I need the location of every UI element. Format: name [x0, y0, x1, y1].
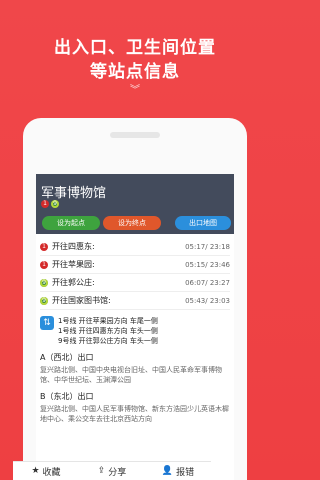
- exit-b: B（东北）出口 复兴路北侧、中国人民军事博物馆、新东方浩园少儿英语木樨地中心、乘…: [40, 391, 230, 424]
- boarding-direction-block: ⇅ 1号线 开往苹果园方向 车尾一侧 1号线 开往四惠东方向 车头一侧 9号线 …: [40, 316, 230, 346]
- promo-title-line2: 等站点信息: [90, 62, 180, 82]
- train-time: 05:43/ 23:03: [185, 296, 230, 305]
- station-name: 军事博物馆: [41, 186, 107, 201]
- line-indicator-icon: 1: [40, 260, 48, 269]
- transfer-icon: ⇅: [40, 316, 54, 330]
- report-tab[interactable]: 👤 报错: [145, 462, 211, 480]
- direction-line: 1号线 开往苹果园方向 车尾一侧: [58, 317, 158, 325]
- phone-mockup: 军事博物馆 1 9 设为起点 设为终点 出口地图 1 开往四惠东: 05:17/…: [23, 118, 247, 480]
- direction-line: 9号线 开往郭公庄方向 车头一侧: [58, 337, 158, 345]
- train-row: 9 开往国家图书馆: 05:43/ 23:03: [40, 292, 230, 310]
- train-destination: 开往苹果园:: [52, 260, 95, 269]
- train-time: 05:17/ 23:18: [185, 242, 230, 251]
- train-row: 1 开往苹果园: 05:15/ 23:46: [40, 256, 230, 274]
- favorite-label: 收藏: [42, 467, 61, 478]
- line-indicator-icon: 9: [40, 278, 48, 287]
- share-icon: ⇪: [97, 466, 106, 476]
- exit-description: 复兴路北侧、中国人民军事博物馆、新东方浩园少儿英语木樨地中心、乘公交车去往北京西…: [40, 405, 229, 423]
- set-start-button[interactable]: 设为起点: [42, 216, 100, 230]
- favorite-tab[interactable]: ★ 收藏: [13, 462, 79, 480]
- exit-map-button[interactable]: 出口地图: [175, 216, 231, 230]
- train-destination: 开往郭公庄:: [52, 278, 95, 287]
- train-row: 1 开往四惠东: 05:17/ 23:18: [40, 238, 230, 256]
- train-time: 06:07/ 23:27: [185, 278, 230, 287]
- station-header: 军事博物馆 1 9 设为起点 设为终点 出口地图: [36, 174, 234, 234]
- set-end-button[interactable]: 设为终点: [103, 216, 161, 230]
- boarding-direction-lines: 1号线 开往苹果园方向 车尾一侧 1号线 开往四惠东方向 车头一侧 9号线 开往…: [58, 316, 158, 346]
- direction-line: 1号线 开往四惠东方向 车头一侧: [58, 327, 158, 335]
- share-tab[interactable]: ⇪ 分享: [79, 462, 145, 480]
- train-destination: 开往国家图书馆:: [52, 296, 111, 305]
- train-destination: 开往四惠东:: [52, 242, 95, 251]
- exit-name: A（西北）出口: [40, 353, 94, 362]
- promo-title-line1: 出入口、卫生间位置: [54, 38, 216, 58]
- line-indicator-icon: 1: [40, 242, 48, 251]
- share-label: 分享: [108, 467, 127, 478]
- line-badge-9: 9: [51, 200, 59, 208]
- bottom-tab-bar: ★ 收藏 ⇪ 分享 👤 报错: [13, 461, 211, 480]
- star-icon: ★: [31, 466, 40, 476]
- chevron-down-icon: ︾: [130, 85, 140, 96]
- line-badge-1: 1: [41, 200, 49, 208]
- train-times-list: 1 开往四惠东: 05:17/ 23:18 1 开往苹果园: 05:15/ 23…: [36, 234, 234, 310]
- app-screen: 军事博物馆 1 9 设为起点 设为终点 出口地图 1 开往四惠东: 05:17/…: [36, 174, 234, 480]
- report-label: 报错: [176, 467, 195, 478]
- person-icon: 👤: [161, 466, 174, 476]
- line-indicator-icon: 9: [40, 296, 48, 305]
- train-row: 9 开往郭公庄: 06:07/ 23:27: [40, 274, 230, 292]
- train-time: 05:15/ 23:46: [185, 260, 230, 269]
- exit-description: 复兴路北侧、中国中央电视台旧址、中国人民革命军事博物馆、中华世纪坛、玉渊潭公园: [40, 366, 222, 384]
- phone-speaker: [110, 132, 160, 138]
- line-badges: 1 9: [41, 200, 59, 208]
- exit-name: B（东北）出口: [40, 392, 94, 401]
- exit-a: A（西北）出口 复兴路北侧、中国中央电视台旧址、中国人民革命军事博物馆、中华世纪…: [40, 352, 230, 385]
